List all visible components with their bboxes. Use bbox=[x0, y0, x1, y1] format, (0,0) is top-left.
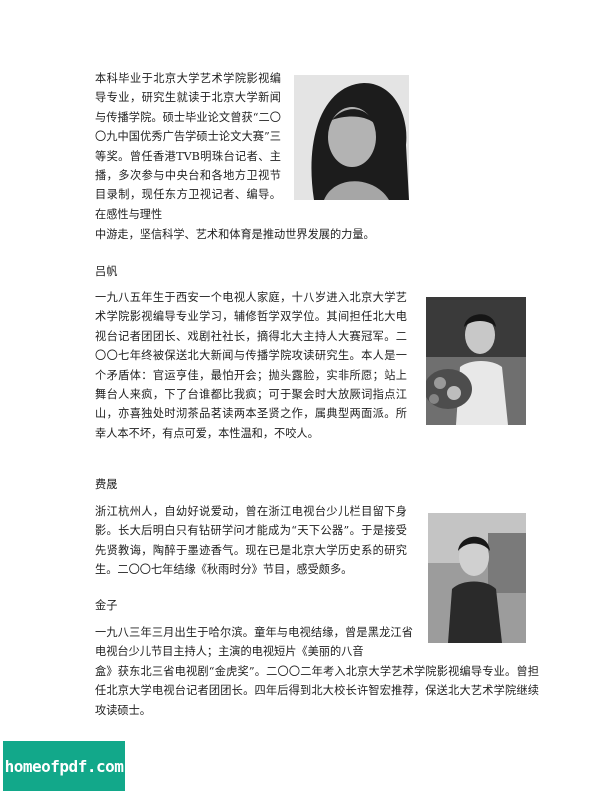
portrait-photo-2 bbox=[426, 297, 526, 425]
watermark-logo: homeofpdf.com bbox=[3, 741, 125, 791]
bio-paragraph-4: 一九八三年三月出生于哈尔滨。童年与电视结缘，曾是黑龙江省电视台少儿节目主持人；主… bbox=[95, 626, 413, 659]
bio-paragraph-3: 浙江杭州人，自幼好说爱动，曾在浙江电视台少儿栏目留下身影。长大后明白只有钻研学问… bbox=[95, 505, 407, 577]
section-name-2: 吕帆 bbox=[95, 265, 118, 278]
section-name-3: 费晟 bbox=[95, 478, 118, 491]
portrait-photo-3 bbox=[428, 513, 526, 643]
bio-paragraph-2: 一九八五年生于西安一个电视人家庭，十八岁进入北京大学艺术学院影视编导专业学习，辅… bbox=[95, 291, 407, 440]
bio-paragraph-1: 本科毕业于北京大学艺术学院影视编导专业，研究生就读于北京大学新闻与传播学院。硕士… bbox=[95, 72, 281, 221]
portrait-photo-1 bbox=[294, 75, 409, 200]
section-name-4: 金子 bbox=[95, 599, 118, 612]
bio-paragraph-1-tail: 中游走，坚信科学、艺术和体育是推动世界发展的力量。 bbox=[95, 228, 375, 241]
bio-paragraph-4-tail: 盒》获东北三省电视剧“金虎奖”。二〇〇二年考入北京大学艺术学院影视编导专业。曾担… bbox=[95, 664, 539, 717]
